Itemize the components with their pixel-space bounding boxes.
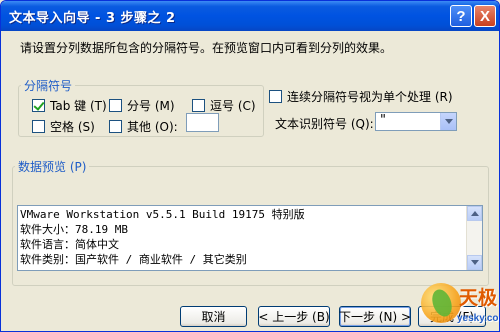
other-delimiter-input[interactable]	[186, 113, 219, 132]
tab-option[interactable]: Tab 键 (T)	[32, 97, 107, 114]
semicolon-checkbox[interactable]	[109, 99, 122, 112]
preview-vertical-scrollbar[interactable]	[466, 206, 482, 270]
preview-line: VMware Workstation v5.5.1 Build 19175 特别…	[20, 208, 305, 221]
consecutive-checkbox[interactable]	[269, 90, 282, 103]
help-icon: ?	[456, 7, 466, 25]
space-option[interactable]: 空格 (S)	[32, 118, 95, 135]
next-label: 下一步 (N) >	[338, 310, 412, 324]
space-checkbox[interactable]	[32, 120, 45, 133]
help-button[interactable]: ?	[450, 5, 472, 27]
space-label: 空格 (S)	[50, 120, 95, 134]
tab-checkbox[interactable]	[32, 99, 45, 112]
next-button[interactable]: 下一步 (N) >	[339, 306, 411, 327]
preview-line: 软件类别：国产软件 / 商业软件 / 其它类别	[20, 253, 247, 266]
close-icon: X	[479, 7, 490, 25]
window-title: 文本导入向导 - 3 步骤之 2	[9, 11, 176, 26]
semicolon-option[interactable]: 分号 (M)	[109, 97, 175, 114]
preview-lines: VMware Workstation v5.5.1 Build 19175 特别…	[20, 207, 305, 267]
other-checkbox[interactable]	[109, 120, 122, 133]
preview-line: 软件语言：简体中文	[20, 238, 119, 251]
watermark-site: yesky.com	[457, 313, 499, 324]
comma-label: 逗号 (C)	[210, 99, 256, 113]
consecutive-label: 连续分隔符号视为单个处理 (R)	[287, 90, 453, 104]
semicolon-label: 分号 (M)	[127, 99, 175, 113]
consecutive-option[interactable]: 连续分隔符号视为单个处理 (R)	[269, 88, 453, 105]
instruction-text: 请设置分列数据所包含的分隔符号。在预览窗口内可看到分列的效果。	[20, 41, 393, 55]
yesky-watermark: 天极 yesky.com	[419, 279, 499, 331]
preview-group-title: 数据预览 (P)	[15, 158, 90, 175]
scroll-down-arrow-icon[interactable]	[467, 255, 482, 270]
preview-line: 软件大小：78.19 MB	[20, 223, 128, 236]
text-qualifier-value: "	[380, 113, 386, 128]
cancel-button[interactable]: 取消	[180, 306, 247, 327]
close-button[interactable]: X	[474, 5, 496, 27]
comma-option[interactable]: 逗号 (C)	[192, 97, 256, 114]
title-bar[interactable]: 文本导入向导 - 3 步骤之 2 ? X	[1, 1, 499, 31]
delimiters-group-title: 分隔符号	[21, 77, 76, 94]
text-qualifier-select[interactable]: "	[375, 112, 457, 131]
dropdown-arrow-icon[interactable]	[440, 113, 456, 130]
scroll-track[interactable]	[467, 221, 482, 255]
back-button[interactable]: < 上一步 (B)	[258, 306, 330, 327]
text-qualifier-label: 文本识别符号 (Q):	[275, 117, 374, 131]
cancel-label: 取消	[201, 310, 226, 324]
tab-label: Tab 键 (T)	[50, 99, 107, 113]
other-option[interactable]: 其他 (O):	[109, 118, 178, 135]
scroll-up-arrow-icon[interactable]	[467, 206, 482, 221]
comma-checkbox[interactable]	[192, 99, 205, 112]
watermark-brand: 天极	[459, 287, 498, 309]
text-import-wizard-dialog: 文本导入向导 - 3 步骤之 2 ? X 请设置分列数据所包含的分隔符号。在预览…	[0, 0, 500, 332]
other-label: 其他 (O):	[127, 120, 178, 134]
data-preview-pane[interactable]: VMware Workstation v5.5.1 Build 19175 特别…	[17, 205, 483, 271]
back-label: < 上一步 (B)	[258, 310, 330, 324]
